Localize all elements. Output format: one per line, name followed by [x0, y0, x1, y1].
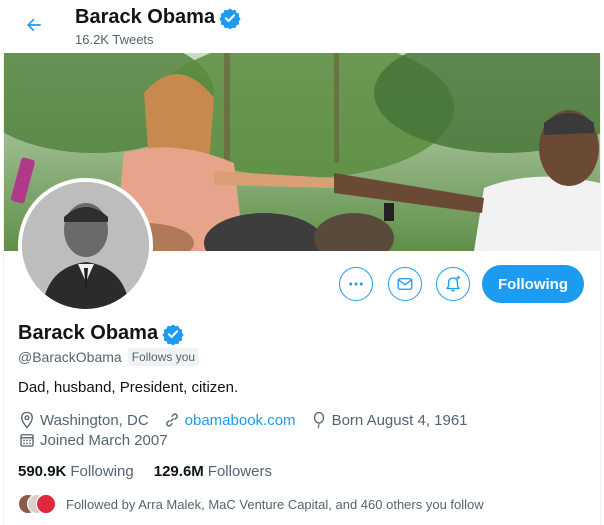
- followed-by-row[interactable]: Followed by Arra Malek, MaC Venture Capi…: [18, 494, 484, 514]
- followers-stat[interactable]: 129.6M Followers: [154, 463, 272, 480]
- profile-header-bar: Barack Obama 16.2K Tweets: [0, 0, 604, 53]
- link-icon: [165, 413, 178, 427]
- profile-joined-row: Joined March 2007: [18, 431, 182, 449]
- header-name: Barack Obama: [75, 6, 216, 28]
- verified-badge-icon: [162, 323, 184, 345]
- profile-bio: Dad, husband, President, citizen.: [18, 379, 239, 396]
- bell-plus-icon: [446, 275, 461, 292]
- followers-count: 129.6M: [153, 463, 204, 480]
- profile-name-row: Barack Obama: [18, 322, 184, 345]
- verified-badge-icon: [219, 7, 241, 29]
- follow-stats: 590.9K Following 129.6M Followers: [18, 463, 292, 480]
- profile-avatar[interactable]: [18, 178, 153, 313]
- location-text: Washington, DC: [40, 411, 149, 429]
- joined-item: Joined March 2007: [18, 431, 168, 449]
- joined-text: Joined March 2007: [40, 431, 168, 449]
- more-button[interactable]: [339, 267, 373, 301]
- follows-you-badge: Follows you: [127, 348, 200, 366]
- avatar-photo: [22, 182, 149, 309]
- website-item[interactable]: obamabook.com: [163, 411, 296, 429]
- arrow-left-icon: [27, 18, 41, 32]
- birthday-item: Born August 4, 1961: [310, 411, 468, 429]
- back-button[interactable]: [19, 10, 49, 40]
- tweet-count: 16.2K Tweets: [75, 32, 154, 47]
- profile-name: Barack Obama: [18, 322, 159, 344]
- website-link[interactable]: obamabook.com: [185, 412, 296, 429]
- handle-row: @BarackObama Follows you: [18, 348, 200, 366]
- frame-border-right: [600, 0, 601, 525]
- followers-label: Followers: [207, 463, 272, 480]
- profile-meta-row: Washington, DC obamabook.com Born August…: [18, 411, 482, 429]
- follower-avatar: [36, 494, 56, 514]
- more-icon: [349, 282, 363, 286]
- header-title: Barack Obama: [75, 6, 241, 29]
- balloon-icon: [313, 411, 324, 429]
- message-button[interactable]: [388, 267, 422, 301]
- following-stat[interactable]: 590.9K Following: [18, 463, 134, 480]
- notifications-button[interactable]: [436, 267, 470, 301]
- envelope-icon: [397, 278, 413, 290]
- followed-by-avatars: [18, 494, 56, 514]
- following-button[interactable]: Following: [482, 265, 584, 303]
- followed-by-text: Followed by Arra Malek, MaC Venture Capi…: [66, 496, 484, 512]
- calendar-icon: [20, 434, 34, 447]
- following-count: 590.9K: [18, 463, 67, 480]
- location-item: Washington, DC: [18, 411, 149, 429]
- birthday-text: Born August 4, 1961: [331, 411, 468, 429]
- location-pin-icon: [21, 411, 33, 429]
- following-label: Following: [70, 463, 134, 480]
- profile-handle: @BarackObama: [18, 349, 122, 365]
